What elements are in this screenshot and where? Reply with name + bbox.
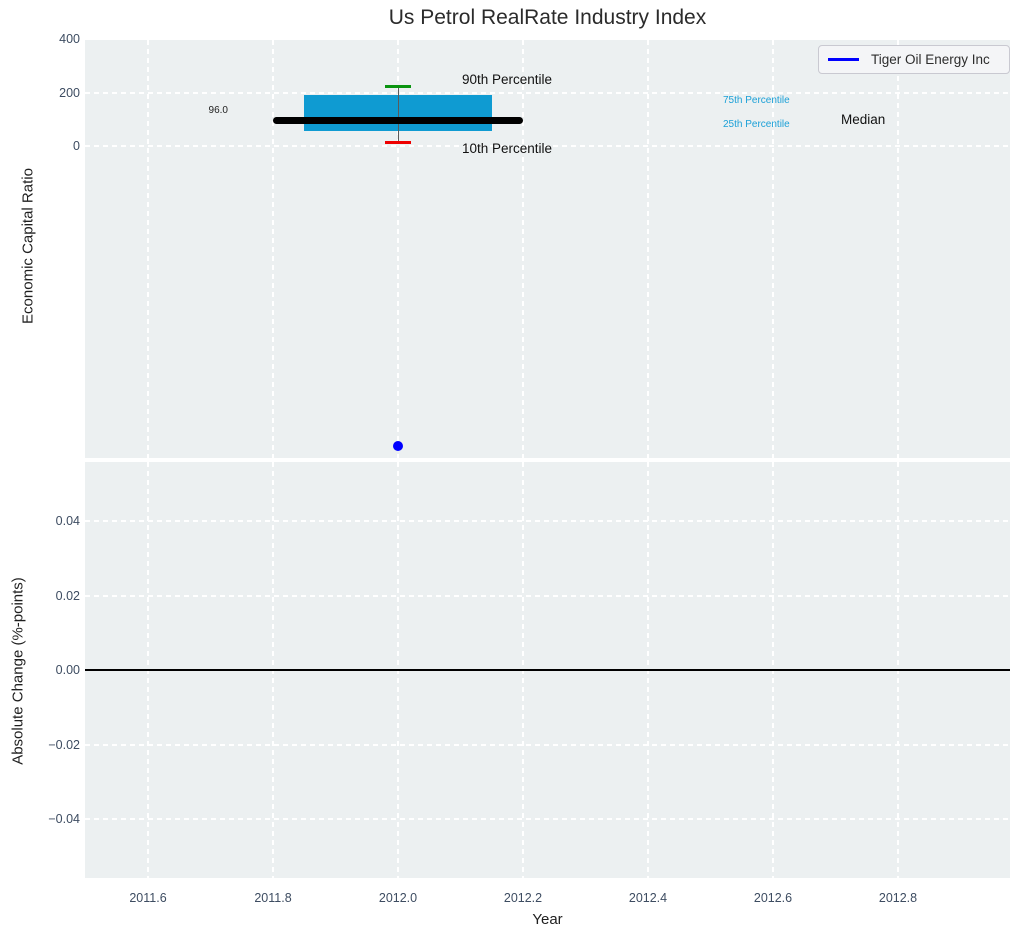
gridline xyxy=(85,520,1010,522)
gridline xyxy=(897,40,899,458)
y-tick-label: −0.02 xyxy=(48,737,80,752)
gridline xyxy=(85,743,1010,746)
top-y-axis-label: Economic Capital Ratio xyxy=(19,168,37,324)
gridline xyxy=(522,40,524,458)
y-tick-label: 0.00 xyxy=(55,663,80,677)
top-axes xyxy=(85,40,1010,458)
x-tick-label: 2011.8 xyxy=(254,891,292,905)
legend-line-sample xyxy=(828,58,859,61)
x-axis-label: Year xyxy=(532,911,563,928)
y-tick-label: 400 xyxy=(59,32,80,46)
whisker-line xyxy=(397,86,399,143)
p90-cap xyxy=(384,85,412,89)
y-tick-label: 0.02 xyxy=(55,588,80,603)
median-bar xyxy=(273,116,523,124)
y-tick-label: 0.04 xyxy=(55,514,80,528)
gridline xyxy=(85,594,1010,597)
company-point xyxy=(393,440,403,451)
y-tick-label: −0.04 xyxy=(48,812,80,826)
annotation-median: Median xyxy=(841,112,886,127)
annotation-90th-percentile: 90th Percentile xyxy=(462,72,553,87)
median-value-label: 96.0 xyxy=(208,105,228,116)
x-tick-label: 2012.0 xyxy=(378,891,418,905)
x-tick-label: 2012.2 xyxy=(503,891,543,905)
x-tick-label: 2012.8 xyxy=(878,891,918,905)
p10-cap xyxy=(384,141,412,145)
chart-title: Us Petrol RealRate Industry Index xyxy=(388,6,707,29)
x-tick-label: 2012.6 xyxy=(753,891,793,905)
legend-label: Tiger Oil Energy Inc xyxy=(871,52,990,67)
figure: Us Petrol RealRate Industry Index 96.0 9… xyxy=(0,0,1025,940)
gridline xyxy=(272,40,274,458)
annotation-10th-percentile: 10th Percentile xyxy=(462,141,553,156)
zero-line xyxy=(85,669,1010,671)
legend: Tiger Oil Energy Inc xyxy=(818,45,1010,74)
x-tick-label: 2011.6 xyxy=(129,891,167,905)
gridline xyxy=(85,818,1010,820)
annotation-75th-percentile: 75th Percentile xyxy=(723,95,790,106)
gridline xyxy=(647,40,649,458)
annotation-25th-percentile: 25th Percentile xyxy=(723,119,790,130)
y-tick-label: 0 xyxy=(73,139,80,153)
x-tick-label: 2012.4 xyxy=(628,891,668,905)
gridline xyxy=(85,91,1010,94)
y-tick-label: 200 xyxy=(59,85,80,100)
gridline xyxy=(147,40,149,458)
